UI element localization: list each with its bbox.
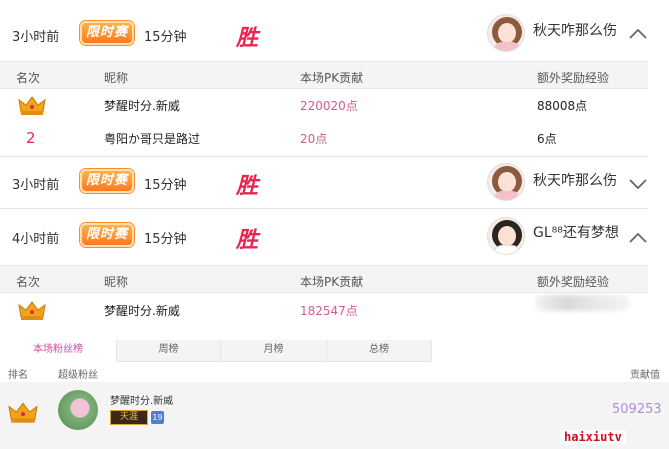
header-bonus-exp: 额外奖励经验 <box>537 71 610 85</box>
opponent-avatar <box>487 14 525 52</box>
battle-result: 胜 <box>236 228 259 253</box>
fan-score: 509253 <box>612 402 662 417</box>
contribution-table-header: 名次 昵称 本场PK贡献 额外奖励经验 <box>0 61 648 89</box>
timed-match-badge: 限时赛 <box>80 223 134 247</box>
tab-total[interactable]: 总榜 <box>326 340 432 362</box>
battle-time: 4小时前 <box>12 232 60 247</box>
header-rank: 排名 <box>8 370 28 381</box>
table-row: 2 粤阳か哥只是路过 20点 6点 <box>0 122 648 154</box>
battle-duration: 15分钟 <box>144 232 187 247</box>
fan-medal-badge: 天涯 <box>110 410 148 425</box>
fan-name: 梦醒时分.新威 <box>110 396 174 407</box>
fan-table-header: 排名 超级粉丝 贡献值 <box>0 362 669 382</box>
battle-result: 胜 <box>236 26 259 51</box>
tab-this-match-fans[interactable]: 本场粉丝榜 <box>0 340 116 362</box>
header-bonus-exp: 额外奖励经验 <box>537 275 610 289</box>
timed-match-badge: 限时赛 <box>80 169 134 193</box>
header-pk-contribution: 本场PK贡献 <box>300 275 364 289</box>
crown-icon <box>18 96 46 115</box>
fan-avatar <box>58 390 98 430</box>
battle-record-3[interactable]: 4小时前 限时赛 15分钟 胜 GL⁸⁸还有梦想 <box>0 212 669 262</box>
opponent-avatar <box>487 163 525 201</box>
opponent-name: 秋天咋那么伤 <box>533 173 617 189</box>
bonus-exp: 6点 <box>537 132 557 146</box>
chevron-up-icon[interactable] <box>628 228 648 248</box>
fan-leaderboard-tabs: 本场粉丝榜 周榜 月榜 总榜 <box>0 340 669 362</box>
nickname: 粤阳か哥只是路过 <box>104 132 201 146</box>
rank-number: 2 <box>26 129 36 147</box>
battle-record-1[interactable]: 3小时前 限时赛 15分钟 胜 秋天咋那么伤 <box>0 10 669 60</box>
battle-record-2[interactable]: 3小时前 限时赛 15分钟 胜 秋天咋那么伤 <box>0 158 669 208</box>
header-rank: 名次 <box>16 71 41 85</box>
watermark: haixiutv <box>560 430 626 444</box>
chevron-down-icon[interactable] <box>628 174 648 194</box>
divider <box>0 156 648 157</box>
opponent-name: 秋天咋那么伤 <box>533 23 617 39</box>
blurred-bonus-exp <box>535 295 630 311</box>
header-rank: 名次 <box>16 275 41 289</box>
header-super-fan: 超级粉丝 <box>58 370 98 381</box>
battle-time: 3小时前 <box>12 178 60 193</box>
nickname: 梦醒时分.新威 <box>104 304 180 318</box>
pk-contribution: 220020点 <box>300 99 358 113</box>
battle-result: 胜 <box>236 174 259 199</box>
battle-time: 3小时前 <box>12 30 60 45</box>
pk-contribution: 182547点 <box>300 304 358 318</box>
header-score: 贡献值 <box>630 370 660 381</box>
table-row: 梦醒时分.新威 220020点 88008点 <box>0 89 648 121</box>
tab-monthly[interactable]: 月榜 <box>220 340 326 362</box>
tab-weekly[interactable]: 周榜 <box>116 340 220 362</box>
fan-level-badge: 19 <box>151 411 164 424</box>
pk-contribution: 20点 <box>300 132 328 146</box>
contribution-table-header: 名次 昵称 本场PK贡献 额外奖励经验 <box>0 265 648 293</box>
header-pk-contribution: 本场PK贡献 <box>300 71 364 85</box>
chevron-up-icon[interactable] <box>628 24 648 44</box>
battle-duration: 15分钟 <box>144 30 187 45</box>
opponent-name: GL⁸⁸还有梦想 <box>533 225 619 241</box>
crown-icon <box>8 402 38 423</box>
divider <box>0 208 648 209</box>
nickname: 梦醒时分.新威 <box>104 99 180 113</box>
header-nickname: 昵称 <box>104 71 129 85</box>
battle-duration: 15分钟 <box>144 178 187 193</box>
bonus-exp: 88008点 <box>537 99 588 113</box>
header-nickname: 昵称 <box>104 275 129 289</box>
crown-icon <box>18 301 46 320</box>
opponent-avatar <box>487 217 525 255</box>
timed-match-badge: 限时赛 <box>80 21 134 45</box>
